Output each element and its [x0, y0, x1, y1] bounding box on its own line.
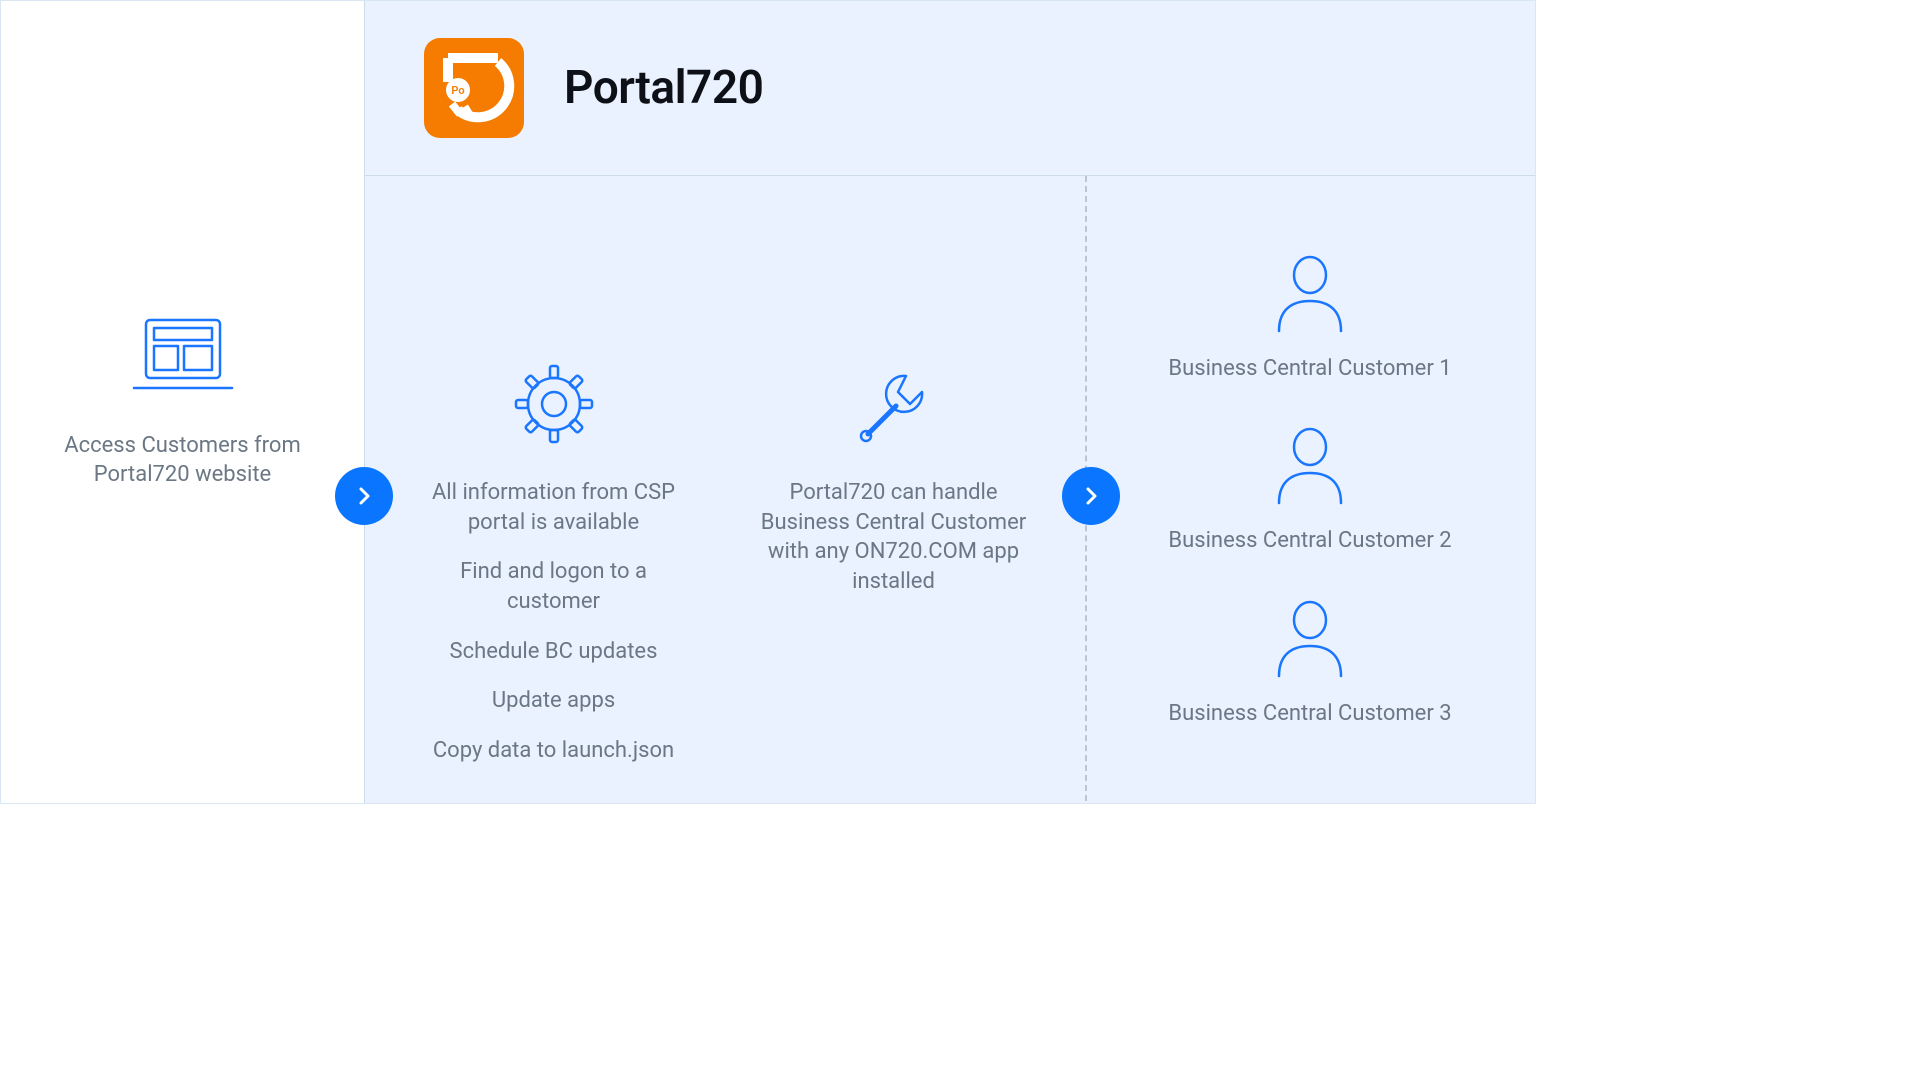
- center-col1-line3: Schedule BC updates: [450, 637, 658, 667]
- customer-1-label: Business Central Customer 1: [1168, 355, 1451, 384]
- chevron-right-icon: [352, 484, 376, 508]
- user-icon: [1265, 423, 1355, 507]
- center-col1-line4: Update apps: [492, 686, 615, 716]
- customer-2-label: Business Central Customer 2: [1168, 527, 1451, 556]
- step-access-customers: Access Customers from Portal720 website: [43, 314, 323, 489]
- gear-icon: [506, 356, 602, 452]
- customers-column: Business Central Customer 1 Business Cen…: [1085, 176, 1535, 803]
- laptop-dashboard-icon: [128, 314, 238, 404]
- arrow-next-2: [1062, 467, 1120, 525]
- header: Po Portal720: [364, 1, 1535, 176]
- wrench-icon: [846, 356, 942, 452]
- center-col1-line1: All information from CSP portal is avail…: [414, 478, 694, 537]
- center-col-wrench: Portal720 can handle Business Central Cu…: [754, 356, 1034, 597]
- customer-1: Business Central Customer 1: [1168, 251, 1451, 384]
- user-icon: [1265, 596, 1355, 680]
- step-access-caption: Access Customers from Portal720 website: [43, 432, 323, 489]
- brand-title: Portal720: [564, 61, 763, 115]
- arrow-next-1: [335, 467, 393, 525]
- left-panel: Access Customers from Portal720 website: [1, 1, 364, 803]
- customer-2: Business Central Customer 2: [1168, 423, 1451, 556]
- brand-logo-icon: Po: [430, 44, 518, 132]
- chevron-right-icon: [1079, 484, 1103, 508]
- brand-logo-tile: Po: [424, 38, 524, 138]
- user-icon: [1265, 251, 1355, 335]
- center-col1-line5: Copy data to launch.json: [433, 736, 674, 766]
- center-columns: All information from CSP portal is avail…: [364, 176, 1083, 803]
- customer-3-label: Business Central Customer 3: [1168, 700, 1451, 729]
- center-col2-text: Portal720 can handle Business Central Cu…: [754, 478, 1034, 597]
- customer-3: Business Central Customer 3: [1168, 596, 1451, 729]
- center-col-settings: All information from CSP portal is avail…: [414, 356, 694, 766]
- center-col1-line2: Find and logon to a customer: [414, 557, 694, 616]
- brand-logo-badge-text: Po: [451, 84, 464, 97]
